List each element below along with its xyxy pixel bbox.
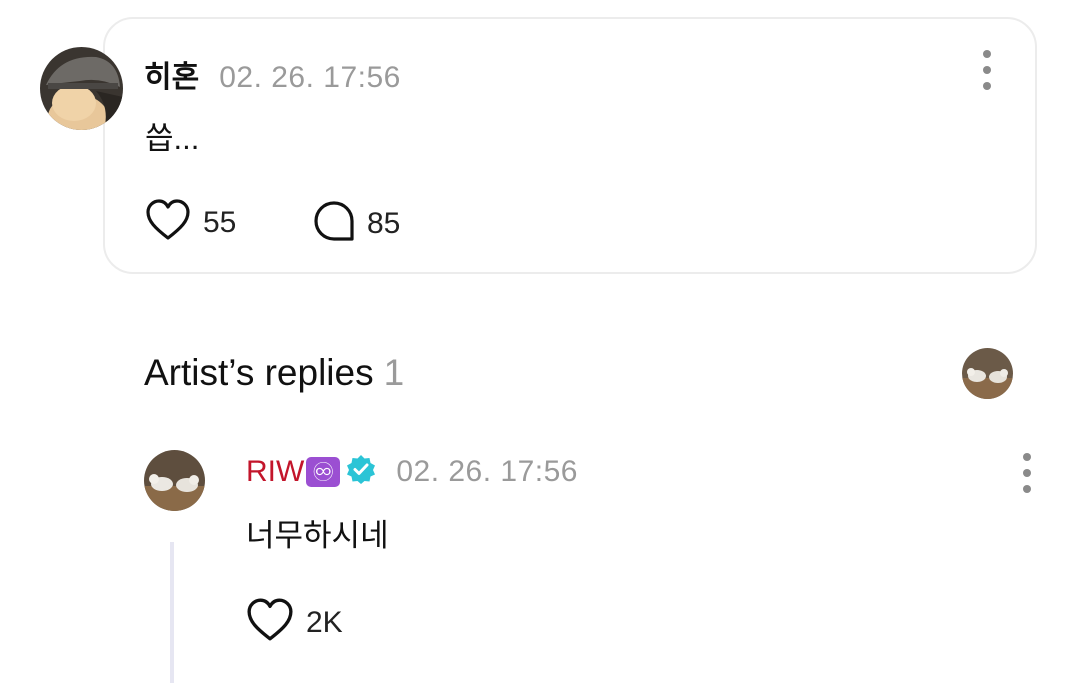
artist-replies-avatar[interactable]: [962, 348, 1013, 399]
reply-header: RIW ♾ 02. 26. 17:56: [246, 454, 578, 489]
comment-header: 히혼 02. 26. 17:56: [144, 52, 401, 96]
comment-text: 씁...: [145, 121, 200, 156]
heart-icon: [145, 198, 191, 247]
commenter-avatar[interactable]: [40, 47, 123, 130]
artist-replies-count: 1: [383, 352, 405, 393]
reply-author[interactable]: RIW: [246, 455, 304, 489]
reply-like-button[interactable]: 2K: [246, 597, 343, 648]
artist-replies-heading: Artist’s replies 1: [144, 352, 404, 394]
comment-reply-button[interactable]: 85: [313, 200, 400, 247]
infinity-badge-icon: ♾: [306, 456, 341, 487]
comment-reply-count: 85: [367, 206, 401, 240]
comment-like-button[interactable]: 55: [145, 198, 236, 247]
heart-icon: [246, 597, 294, 648]
artist-replies-title: Artist’s replies: [144, 352, 374, 393]
reply-like-count: 2K: [306, 605, 343, 639]
speech-bubble-icon: [313, 200, 355, 247]
comment-more-options-icon[interactable]: [981, 50, 993, 90]
reply-timestamp: 02. 26. 17:56: [396, 454, 578, 488]
comment-timestamp: 02. 26. 17:56: [219, 61, 401, 94]
reply-text: 너무하시네: [246, 518, 389, 553]
verified-check-icon: [346, 454, 376, 489]
comment-like-count: 55: [203, 205, 237, 239]
artist-avatar[interactable]: [144, 450, 205, 511]
reply-more-options-icon[interactable]: [1021, 453, 1033, 493]
comment-author[interactable]: 히혼: [144, 52, 199, 96]
thread-line: [170, 542, 174, 683]
